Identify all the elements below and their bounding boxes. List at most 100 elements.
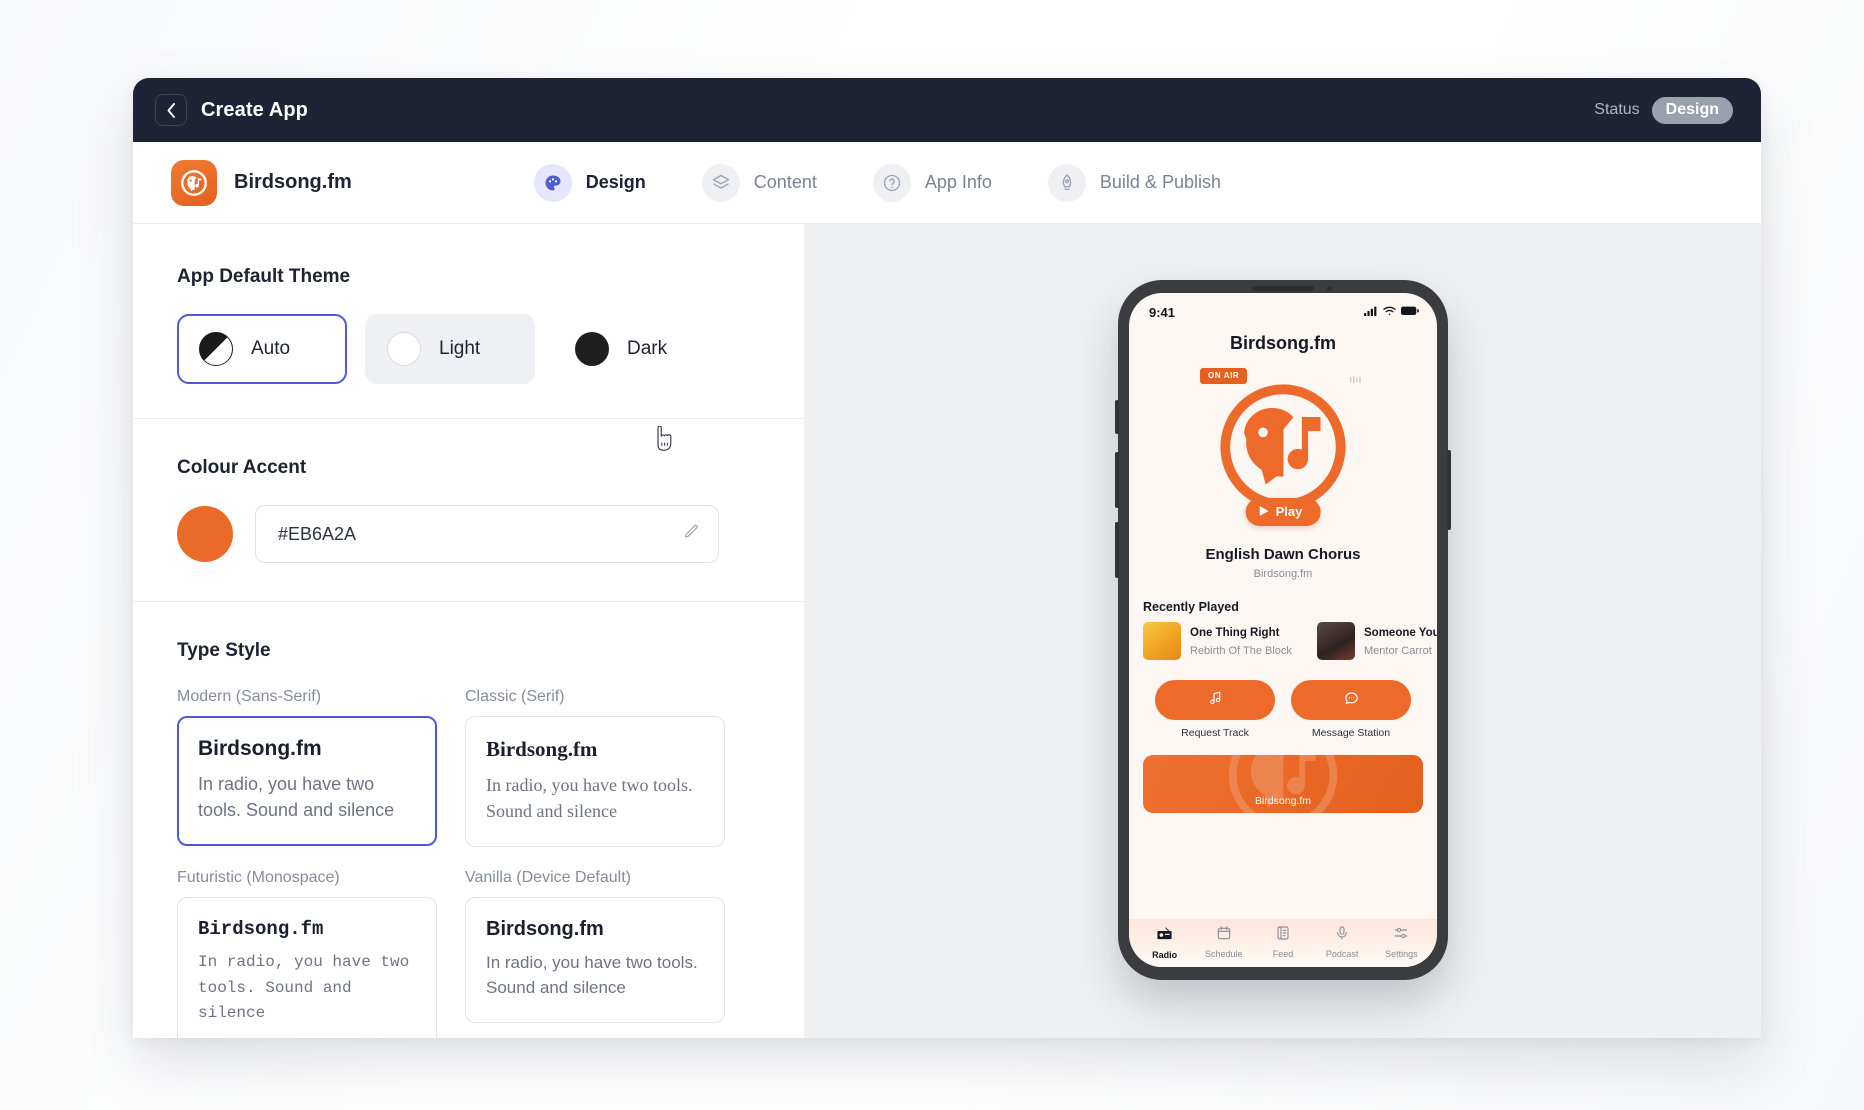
section-tabs: Design Content App Info Build & Publish bbox=[533, 163, 1221, 202]
tabbar-label: Settings bbox=[1385, 949, 1418, 959]
feed-list-icon bbox=[1275, 925, 1291, 946]
play-label: Play bbox=[1275, 504, 1303, 519]
phone-statusbar: 9:41 bbox=[1129, 299, 1437, 325]
calendar-icon bbox=[1216, 925, 1232, 946]
section-colour-accent: Colour Accent #EB6A2A bbox=[133, 419, 804, 601]
type-style-option-classic: Classic (Serif) Birdsong.fm In radio, yo… bbox=[465, 688, 725, 848]
chevron-left-icon bbox=[167, 102, 176, 118]
signal-icon bbox=[1364, 303, 1378, 321]
body: App Default Theme Auto Light Dark Colour… bbox=[133, 224, 1761, 1038]
message-station-label: Message Station bbox=[1311, 727, 1391, 739]
action-request-track: Request Track bbox=[1155, 680, 1275, 739]
tab-app-info-label: App Info bbox=[924, 172, 992, 192]
app-default-theme-title: App Default Theme bbox=[177, 266, 351, 287]
theme-option-dark-label: Dark bbox=[627, 338, 668, 359]
colour-accent-swatch[interactable] bbox=[177, 506, 233, 562]
theme-option-dark[interactable]: Dark bbox=[553, 314, 723, 384]
back-button[interactable] bbox=[155, 94, 187, 126]
type-sample-body: In radio, you have two tools. Sound and … bbox=[486, 953, 698, 997]
phone-mockup: 9:41 Birdsong.fm ON AIR Play English Daw… bbox=[1115, 280, 1451, 980]
tabbar-item-radio[interactable]: Radio bbox=[1137, 925, 1193, 960]
theme-option-auto[interactable]: Auto bbox=[177, 314, 347, 384]
tabbar-item-feed[interactable]: Feed bbox=[1255, 925, 1311, 959]
type-sample-title: Birdsong.fm bbox=[198, 918, 324, 941]
recently-played-heading: Recently Played bbox=[1143, 600, 1239, 614]
layers-icon bbox=[701, 163, 740, 202]
now-playing-station: Birdsong.fm bbox=[1253, 568, 1313, 580]
list-item[interactable]: Someone You Lo Mentor Carrot bbox=[1317, 622, 1437, 660]
tabbar-label: Radio bbox=[1152, 949, 1178, 960]
now-playing-artwork: ON AIR Play bbox=[1200, 368, 1366, 526]
phone-camera bbox=[1327, 286, 1332, 291]
phone-screen: 9:41 Birdsong.fm ON AIR Play English Daw… bbox=[1129, 293, 1437, 967]
tab-app-info[interactable]: App Info bbox=[872, 163, 992, 202]
phone-earpiece bbox=[1252, 286, 1314, 291]
theme-swatch-auto-icon bbox=[199, 332, 233, 366]
preview-pane: 9:41 Birdsong.fm ON AIR Play English Daw… bbox=[805, 224, 1761, 1038]
colour-accent-value: #EB6A2A bbox=[278, 523, 357, 544]
status-group: Status Design bbox=[1594, 96, 1733, 124]
page-title: Create App bbox=[201, 98, 308, 121]
theme-option-auto-label: Auto bbox=[251, 338, 291, 359]
type-style-card-modern[interactable]: Birdsong.fm In radio, you have two tools… bbox=[177, 716, 437, 847]
tab-content-label: Content bbox=[753, 172, 817, 192]
theme-option-light-label: Light bbox=[439, 338, 481, 359]
tab-design[interactable]: Design bbox=[533, 163, 646, 202]
request-track-button[interactable] bbox=[1155, 680, 1275, 720]
play-button[interactable]: Play bbox=[1245, 498, 1321, 526]
promo-text: Birdsong.fm bbox=[1254, 795, 1312, 807]
phone-volume-up-button bbox=[1115, 452, 1119, 508]
play-icon bbox=[1259, 504, 1269, 519]
type-style-option-vanilla: Vanilla (Device Default) Birdsong.fm In … bbox=[465, 869, 725, 1038]
track-artwork bbox=[1143, 622, 1181, 660]
status-label: Status bbox=[1594, 101, 1640, 118]
birdsong-logo-icon bbox=[171, 159, 217, 206]
type-style-card-classic[interactable]: Birdsong.fm In radio, you have two tools… bbox=[465, 716, 725, 848]
section-type-style: Type Style Modern (Sans-Serif) Birdsong.… bbox=[133, 602, 804, 1038]
type-style-card-vanilla[interactable]: Birdsong.fm In radio, you have two tools… bbox=[465, 897, 725, 1024]
list-item[interactable]: One Thing Right Rebirth Of The Block bbox=[1143, 622, 1303, 660]
tab-content[interactable]: Content bbox=[701, 163, 817, 202]
type-style-card-futuristic[interactable]: Birdsong.fm In radio, you have two tools… bbox=[177, 897, 437, 1038]
palette-icon bbox=[533, 163, 572, 202]
message-station-button[interactable] bbox=[1291, 680, 1411, 720]
promo-banner[interactable]: Birdsong.fm bbox=[1143, 755, 1423, 813]
app-window: Create App Status Design Birdsong.fm Des… bbox=[133, 78, 1761, 1038]
brand-name: Birdsong.fm bbox=[234, 171, 352, 193]
window-titlebar: Create App Status Design bbox=[133, 78, 1761, 142]
colour-accent-input[interactable]: #EB6A2A bbox=[255, 505, 719, 563]
theme-option-light[interactable]: Light bbox=[365, 314, 535, 384]
tabbar-label: Schedule bbox=[1205, 949, 1243, 959]
more-options-icon[interactable] bbox=[1348, 372, 1364, 390]
tabbar-item-schedule[interactable]: Schedule bbox=[1196, 925, 1252, 959]
type-sample-title: Birdsong.fm bbox=[198, 737, 322, 760]
section-app-default-theme: App Default Theme Auto Light Dark bbox=[133, 224, 804, 418]
question-circle-icon bbox=[872, 163, 911, 202]
type-style-caption-futuristic: Futuristic (Monospace) bbox=[177, 869, 340, 887]
preview-app-title: Birdsong.fm bbox=[1230, 333, 1336, 353]
theme-swatch-dark-icon bbox=[575, 332, 609, 366]
sliders-icon bbox=[1393, 925, 1409, 946]
phone-volume-down-button bbox=[1115, 522, 1119, 578]
type-sample-body: In radio, you have two tools. Sound and … bbox=[198, 953, 410, 1023]
action-message-station: Message Station bbox=[1291, 680, 1411, 739]
track-artist: Mentor Carrot bbox=[1364, 645, 1432, 657]
statusbar-time: 9:41 bbox=[1149, 304, 1176, 320]
phone-power-button bbox=[1447, 450, 1451, 530]
type-sample-title: Birdsong.fm bbox=[486, 918, 604, 941]
type-style-caption-modern: Modern (Sans-Serif) bbox=[177, 688, 322, 705]
track-name: One Thing Right bbox=[1190, 627, 1280, 639]
tabbar-item-podcast[interactable]: Podcast bbox=[1314, 925, 1370, 959]
tabbar-item-settings[interactable]: Settings bbox=[1373, 925, 1429, 959]
chat-bubble-icon bbox=[1343, 689, 1360, 711]
type-style-caption-classic: Classic (Serif) bbox=[465, 688, 565, 705]
wifi-icon bbox=[1383, 303, 1396, 321]
music-note-icon bbox=[1207, 689, 1224, 711]
track-artist: Rebirth Of The Block bbox=[1190, 645, 1292, 657]
microphone-icon bbox=[1334, 925, 1350, 946]
recently-played-list: One Thing Right Rebirth Of The Block Som… bbox=[1129, 622, 1437, 660]
pencil-icon[interactable] bbox=[683, 523, 700, 545]
radio-icon bbox=[1156, 925, 1173, 947]
colour-accent-title: Colour Accent bbox=[177, 457, 307, 478]
tab-build-publish[interactable]: Build & Publish bbox=[1047, 163, 1221, 202]
